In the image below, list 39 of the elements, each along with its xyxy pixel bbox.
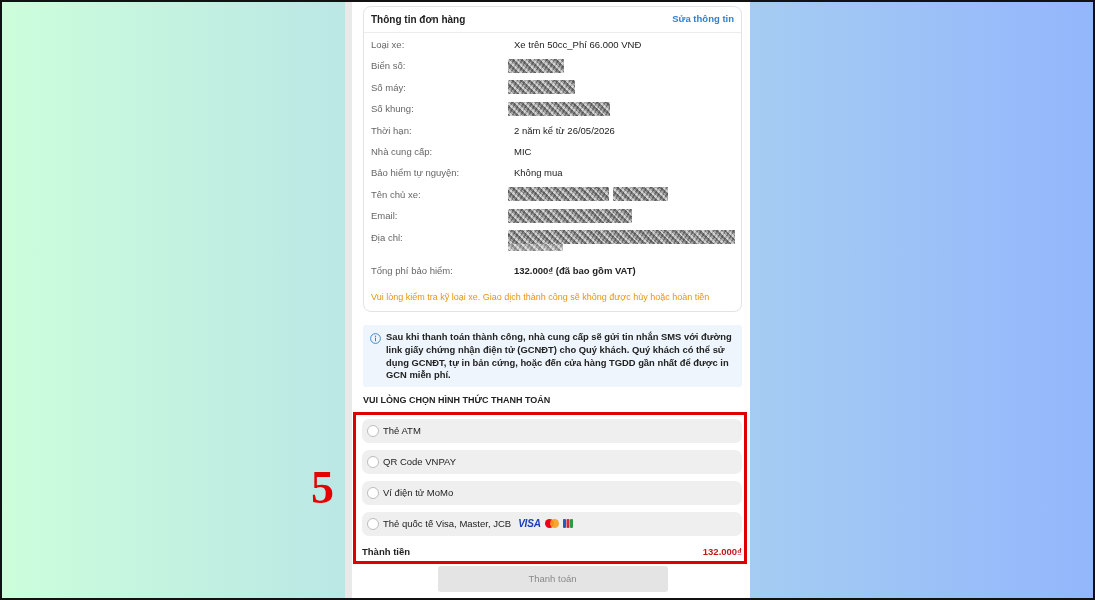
edit-link[interactable]: Sửa thông tin (672, 12, 734, 27)
warning-text: Vui lòng kiểm tra kỹ loại xe. Giao dịch thành công sẽ không được hủy hoặc hoàn tiền (371, 290, 711, 304)
field-value: 2 năm kể từ 26/05/2026 (514, 123, 615, 138)
redacted-block (613, 187, 668, 202)
field-value: MIC (514, 144, 532, 159)
radio-button[interactable] (367, 424, 379, 437)
field-label: Tên chủ xe: (371, 187, 422, 202)
payment-option[interactable]: Thẻ quốc tế Visa, Master, JCB VISA (362, 511, 742, 536)
total-amount: 132.000₫ (702, 544, 742, 559)
field-label: Email: (371, 209, 399, 224)
redacted-block (508, 59, 564, 74)
step-number: 5 (311, 464, 334, 511)
three-stripes-icon (562, 519, 573, 529)
field-label: Số máy: (371, 80, 407, 95)
payment-option[interactable]: QR Code VNPAY (362, 449, 742, 474)
section-heading: VUI LÒNG CHỌN HÌNH THỨC THANH TOÁN (363, 393, 552, 407)
payment-option[interactable]: Ví điện tử MoMo (362, 480, 742, 505)
radio-button[interactable] (367, 486, 379, 499)
field-label: Tổng phí bảo hiểm: (371, 264, 454, 279)
field-label: Địa chỉ: (371, 230, 404, 245)
field-label: Bảo hiểm tự nguyện: (371, 166, 461, 181)
total-fee: 132.000₫ (đã bao gồm VAT) (514, 264, 636, 279)
info-icon (370, 332, 381, 344)
field-label: Biển số: (371, 59, 407, 74)
payment-option[interactable]: Thẻ ATM (362, 418, 742, 443)
field-label: Nhà cung cấp: (371, 144, 434, 159)
visa-logo: VISA (518, 518, 541, 529)
total-label: Thành tiền (362, 544, 411, 559)
field-label: Loại xe: (371, 38, 406, 52)
field-label: Thời hạn: (371, 123, 413, 138)
redacted-block (508, 80, 575, 95)
field-label: Số khung: (371, 102, 415, 117)
radio-button[interactable] (367, 517, 379, 530)
radio-button[interactable] (367, 455, 379, 468)
notice-text: Sau khi thanh toán thành công, nhà cung cấp sẽ gửi tin nhắn SMS với đường link giấy chứng nhận điện tử (GCNĐT) cho Quý khách. Quý khách có thể sử dụng GCNĐT, tự in bản cứng, hoặc đến cửa hàng TGDD gần nhất để được in GCN miễn phí. (386, 331, 733, 382)
card-title: Thông tin đơn hàng (371, 13, 466, 27)
overlapping-circles-icon (544, 519, 559, 529)
field-value: Xe trên 50cc_Phí 66.000 VNĐ (514, 38, 642, 52)
field-value: Không mua (514, 166, 563, 181)
